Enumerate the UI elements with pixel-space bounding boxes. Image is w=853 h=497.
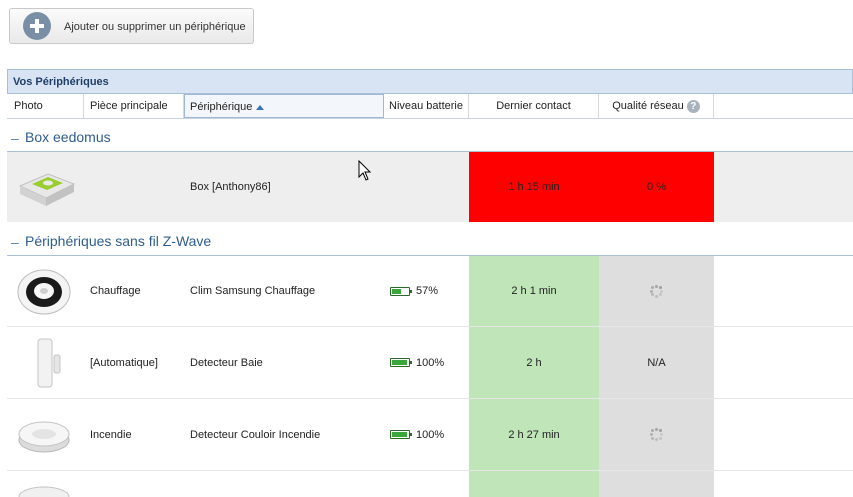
loading-spinner-icon	[650, 284, 664, 298]
eedomus-box-icon	[18, 173, 76, 206]
column-photo[interactable]: Photo	[7, 94, 84, 118]
network-quality-cell	[599, 471, 714, 497]
table-row[interactable]: [Automatique] Detecteur Baie 100% 2 h N/…	[7, 327, 853, 399]
battery-level: 57%	[416, 285, 439, 297]
network-quality-cell: N/A	[599, 327, 714, 398]
column-last-contact-label: Dernier contact	[496, 100, 571, 112]
panel-title: Vos Périphériques	[13, 76, 109, 88]
column-battery-label: Niveau batterie	[389, 100, 463, 112]
smoke-detector-icon	[18, 421, 70, 452]
group-header[interactable]: – Périphériques sans fil Z-Wave	[7, 226, 853, 256]
device-photo	[14, 152, 84, 222]
battery-icon	[390, 430, 412, 439]
column-last-contact[interactable]: Dernier contact	[469, 94, 599, 118]
room-cell: [Automatique]	[90, 356, 158, 369]
column-headers: Photo Pièce principale Périphérique Nive…	[7, 94, 853, 119]
device-name-cell[interactable]: Detecteur Couloir Incendie	[190, 399, 384, 470]
device-name-cell[interactable]: Detecteur Baie	[190, 327, 384, 398]
devices-panel-header: Vos Périphériques	[7, 69, 853, 94]
device-photo	[14, 256, 84, 326]
add-remove-device-label: Ajouter ou supprimer un périphérique	[64, 21, 246, 33]
column-room[interactable]: Pièce principale	[84, 94, 184, 118]
device-name-cell[interactable]: Clim Samsung Chauffage	[190, 256, 384, 326]
last-contact-cell: 2 h 1 min	[469, 256, 599, 326]
room-cell: Chauffage	[90, 285, 141, 297]
group-header[interactable]: – Box eedomus	[7, 122, 853, 152]
network-quality-cell: 0 %	[599, 152, 714, 222]
group-title: Box eedomus	[25, 129, 111, 145]
column-battery[interactable]: Niveau batterie	[384, 94, 469, 118]
group-title: Périphériques sans fil Z-Wave	[25, 233, 212, 249]
smoke-detector-icon	[18, 486, 70, 497]
column-photo-label: Photo	[14, 100, 43, 112]
room-cell	[90, 152, 184, 222]
battery-cell: 100%	[390, 327, 469, 398]
help-icon[interactable]: ?	[686, 99, 700, 113]
door-sensor-icon	[37, 338, 61, 387]
battery-icon	[390, 286, 412, 296]
battery-cell: 57%	[390, 256, 469, 326]
table-row[interactable]: Box [Anthony86] 1 h 15 min 0 %	[7, 152, 853, 222]
table-row[interactable]: Incendie Detecteur Couloir Incendie 100%…	[7, 399, 853, 471]
network-quality-cell	[599, 399, 714, 470]
device-photo	[14, 399, 84, 470]
column-network-label: Qualité réseau	[612, 100, 684, 112]
column-device[interactable]: Périphérique	[184, 94, 384, 118]
battery-cell: 100%	[390, 399, 469, 470]
last-contact-cell: 1 h 15 min	[469, 152, 599, 222]
plus-circle-icon	[23, 12, 51, 40]
column-network-quality[interactable]: Qualité réseau?	[599, 94, 714, 118]
add-remove-device-button[interactable]: Ajouter ou supprimer un périphérique	[9, 8, 254, 44]
loading-spinner-icon	[650, 428, 664, 442]
last-contact-cell: 2 h	[469, 327, 599, 398]
battery-level: 100%	[416, 428, 445, 441]
last-contact-cell: 2 h 27 min	[469, 399, 599, 470]
battery-level: 100%	[416, 356, 445, 369]
column-room-label: Pièce principale	[90, 100, 168, 112]
robot-device-icon	[17, 269, 71, 315]
last-contact-cell	[469, 471, 599, 497]
sort-ascending-icon	[256, 104, 265, 110]
mouse-cursor-icon	[358, 160, 372, 181]
battery-cell	[384, 152, 469, 222]
network-quality-cell	[599, 256, 714, 326]
device-photo	[14, 471, 84, 497]
device-photo	[14, 327, 84, 398]
table-row[interactable]: Chauffage Clim Samsung Chauffage 57% 2 h…	[7, 256, 853, 327]
collapse-dash-icon: –	[11, 234, 19, 250]
room-cell: Incendie	[90, 428, 132, 441]
collapse-dash-icon: –	[11, 130, 19, 146]
battery-icon	[390, 358, 412, 367]
column-device-label: Périphérique	[190, 101, 253, 113]
table-row[interactable]	[7, 471, 853, 497]
device-name-cell[interactable]: Box [Anthony86]	[190, 152, 384, 222]
